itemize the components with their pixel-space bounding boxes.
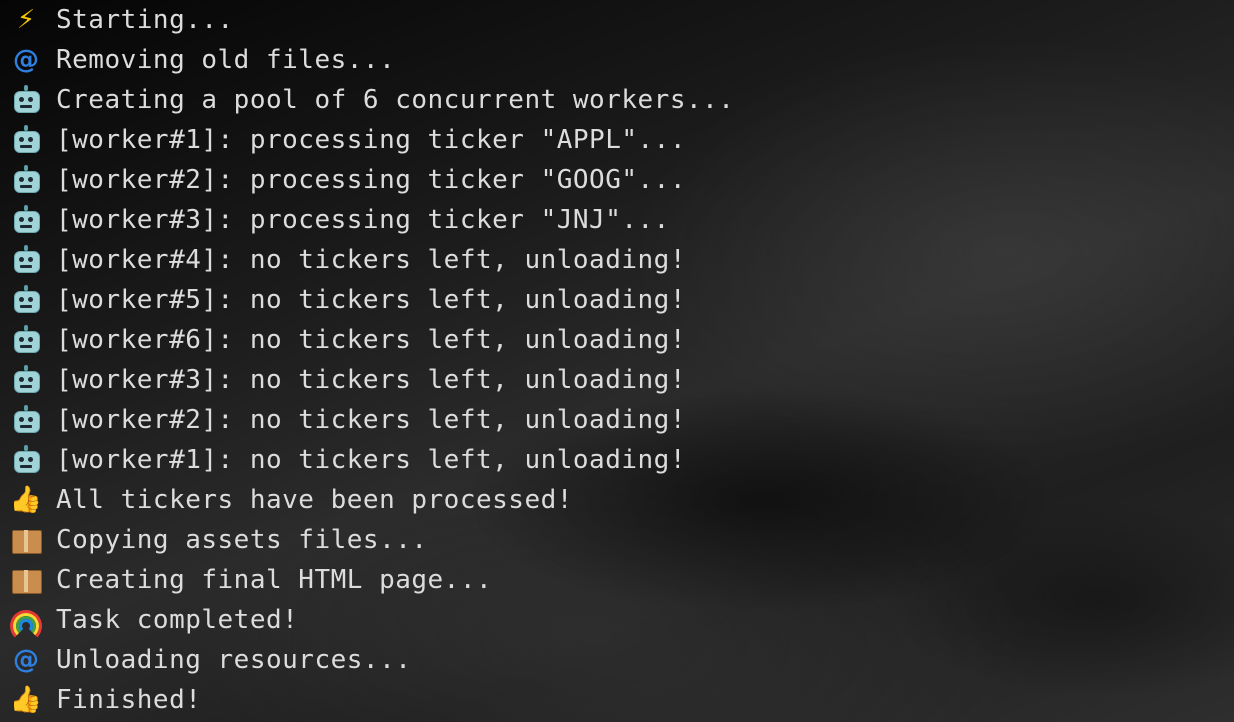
log-line-text: [worker#2]: no tickers left, unloading! bbox=[56, 405, 686, 435]
log-line: [worker#1]: processing ticker "APPL"... bbox=[8, 120, 686, 160]
log-line: @ Unloading resources... bbox=[8, 640, 411, 680]
thumbs-up-icon: 👍 bbox=[9, 485, 43, 515]
package-icon bbox=[8, 564, 44, 596]
log-line-text: [worker#6]: no tickers left, unloading! bbox=[56, 325, 686, 355]
log-line: Task completed! bbox=[8, 600, 299, 642]
log-line: [worker#1]: no tickers left, unloading! bbox=[8, 440, 686, 480]
robot-icon bbox=[8, 244, 44, 276]
log-line-text: Starting... bbox=[56, 5, 234, 35]
robot-icon bbox=[8, 204, 44, 236]
robot-icon bbox=[8, 444, 44, 476]
log-line: 👍 All tickers have been processed! bbox=[8, 480, 573, 520]
thumbs-up-icon: 👍 bbox=[9, 685, 43, 715]
log-line: [worker#2]: no tickers left, unloading! bbox=[8, 400, 686, 440]
terminal-output: ⚡ Starting... @ Removing old files... Cr… bbox=[0, 0, 1234, 722]
log-line-text: [worker#3]: processing ticker "JNJ"... bbox=[56, 205, 670, 235]
robot-icon bbox=[8, 324, 44, 356]
log-line: [worker#2]: processing ticker "GOOG"... bbox=[8, 160, 686, 200]
robot-icon bbox=[8, 164, 44, 196]
log-line: [worker#3]: no tickers left, unloading! bbox=[8, 360, 686, 400]
lightning-icon: ⚡ bbox=[16, 5, 36, 35]
log-line-text: Task completed! bbox=[56, 605, 299, 635]
robot-icon bbox=[8, 84, 44, 116]
log-line-text: Creating a pool of 6 concurrent workers.… bbox=[56, 85, 735, 115]
log-line: [worker#4]: no tickers left, unloading! bbox=[8, 240, 686, 280]
log-line-text: [worker#4]: no tickers left, unloading! bbox=[56, 245, 686, 275]
log-line-text: All tickers have been processed! bbox=[56, 485, 573, 515]
rainbow-icon bbox=[8, 604, 44, 642]
log-line: Creating a pool of 6 concurrent workers.… bbox=[8, 80, 734, 120]
log-line: [worker#5]: no tickers left, unloading! bbox=[8, 280, 686, 320]
log-line: ⚡ Starting... bbox=[8, 0, 234, 40]
log-line-text: Unloading resources... bbox=[56, 645, 412, 675]
package-icon bbox=[8, 524, 44, 556]
log-line-text: [worker#1]: no tickers left, unloading! bbox=[56, 445, 686, 475]
log-line-text: Finished! bbox=[56, 685, 202, 715]
log-line: [worker#6]: no tickers left, unloading! bbox=[8, 320, 686, 360]
log-line-text: [worker#3]: no tickers left, unloading! bbox=[56, 365, 686, 395]
robot-icon bbox=[8, 284, 44, 316]
log-line-text: Copying assets files... bbox=[56, 525, 428, 555]
log-line: Creating final HTML page... bbox=[8, 560, 492, 600]
log-line-text: Removing old files... bbox=[56, 45, 396, 75]
log-line-text: [worker#5]: no tickers left, unloading! bbox=[56, 285, 686, 315]
log-line-text: Creating final HTML page... bbox=[56, 565, 493, 595]
cyclone-icon: @ bbox=[13, 645, 39, 675]
robot-icon bbox=[8, 404, 44, 436]
robot-icon bbox=[8, 124, 44, 156]
log-line-text: [worker#1]: processing ticker "APPL"... bbox=[56, 125, 686, 155]
robot-icon bbox=[8, 364, 44, 396]
log-line: Copying assets files... bbox=[8, 520, 428, 560]
cyclone-icon: @ bbox=[13, 45, 39, 75]
log-line: [worker#3]: processing ticker "JNJ"... bbox=[8, 200, 670, 240]
log-line: @ Removing old files... bbox=[8, 40, 395, 80]
log-line: 👍 Finished! bbox=[8, 680, 201, 720]
log-line-text: [worker#2]: processing ticker "GOOG"... bbox=[56, 165, 686, 195]
